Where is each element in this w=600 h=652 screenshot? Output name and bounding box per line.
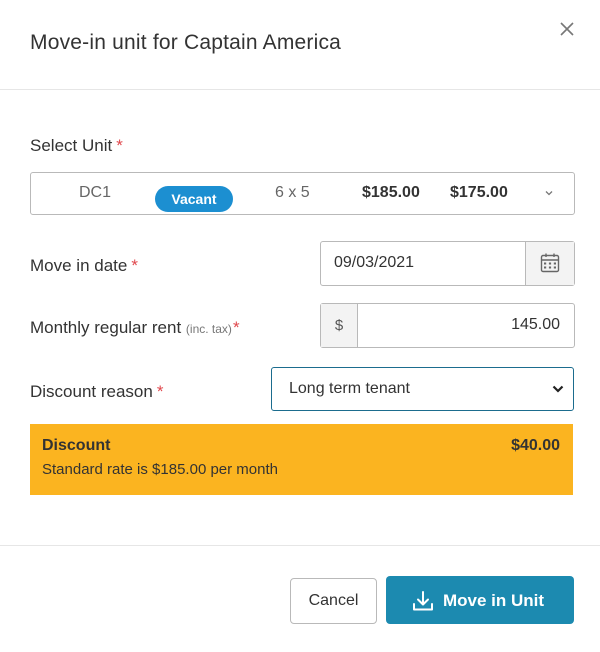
discount-banner: Discount $40.00 Standard rate is $185.00… [30,424,573,495]
close-icon[interactable] [556,18,578,40]
select-unit-label: Select Unit * [30,136,123,156]
move-in-unit-button[interactable]: Move in Unit [386,576,574,624]
calendar-icon [540,253,560,273]
monthly-rent-note: (inc. tax) [185,322,232,336]
discount-reason-value: Long term tenant [289,380,410,397]
monthly-rent-value: 145.00 [511,316,560,333]
unit-select[interactable]: DC1 Vacant 6 x 5 $185.00 $175.00 [30,172,575,215]
discount-banner-title: Discount [42,437,111,454]
required-marker: * [232,318,240,337]
required-marker: * [131,256,138,275]
chevron-down-icon [552,385,564,393]
currency-prefix: $ [321,304,358,347]
move-in-date-label: Move in date * [30,256,138,276]
chevron-down-icon [545,191,553,196]
monthly-rent-field[interactable]: $ 145.00 [320,303,575,348]
move-in-date-label-text: Move in date [30,256,128,275]
monthly-rent-label-text: Monthly regular rent [30,318,182,337]
unit-code: DC1 [79,184,112,201]
required-marker: * [116,136,123,155]
discount-banner-subtitle: Standard rate is $185.00 per month [42,461,278,478]
dialog-header: Move-in unit for Captain America [0,0,600,90]
discount-reason-label: Discount reason * [30,382,163,402]
unit-offer-price: $175.00 [450,184,508,201]
status-badge: Vacant [155,186,233,212]
cancel-button[interactable]: Cancel [290,578,377,624]
move-in-date-value: 09/03/2021 [334,254,415,271]
discount-reason-label-text: Discount reason [30,382,153,401]
download-icon [413,591,433,611]
move-in-unit-label: Move in Unit [443,591,545,610]
unit-standard-price: $185.00 [362,184,420,201]
dialog-title: Move-in unit for Captain America [30,31,342,54]
footer-divider [0,545,600,546]
monthly-rent-label: Monthly regular rent (inc. tax)* [30,318,240,338]
required-marker: * [156,382,164,401]
calendar-button[interactable] [525,242,574,285]
select-unit-label-text: Select Unit [30,136,113,155]
move-in-date-field[interactable]: 09/03/2021 [320,241,575,286]
unit-size: 6 x 5 [275,184,310,201]
discount-amount: $40.00 [511,437,560,454]
discount-reason-select[interactable]: Long term tenant [271,367,574,411]
